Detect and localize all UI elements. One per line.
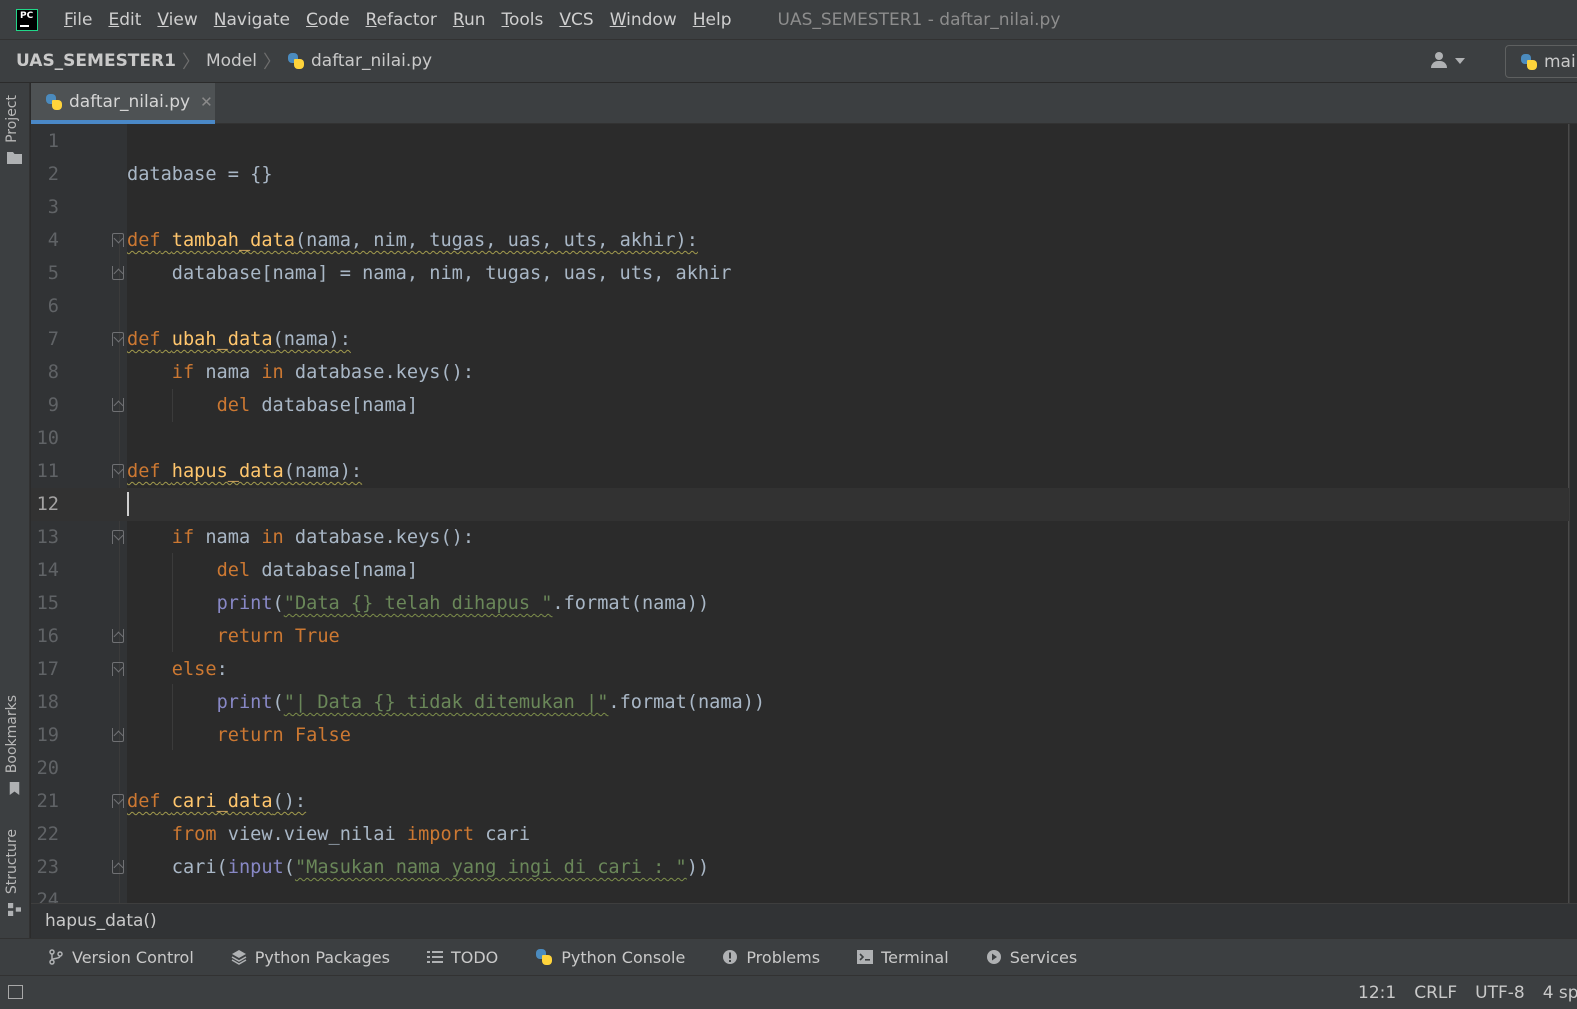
code-line: 8 if nama in database.keys():	[47, 362, 475, 383]
code-line: 10	[36, 428, 59, 449]
code-line: 6	[47, 296, 59, 317]
menu-navigate[interactable]: Navigate	[214, 10, 290, 30]
indent-setting[interactable]: 4 spa	[1543, 983, 1577, 1003]
tool-window-toggle-icon[interactable]	[8, 985, 23, 999]
layers-icon	[231, 950, 247, 965]
close-icon[interactable]: ✕	[200, 93, 213, 111]
code-breadcrumb-function[interactable]: hapus_data()	[45, 911, 157, 931]
breadcrumb-separator-icon: 〉	[181, 52, 200, 73]
bookmarks-tool-tab[interactable]: Bookmarks	[4, 695, 20, 773]
code-line: 7 def ubah_data(nama):	[47, 329, 351, 350]
fold-icon[interactable]	[112, 629, 124, 643]
code-line: 5 database[nama] = nama, nim, tugas, uas…	[47, 263, 732, 284]
navigation-bar: UAS_SEMESTER1 〉 Model 〉 daftar_nilai.py …	[0, 40, 1577, 83]
python-icon	[1520, 53, 1538, 71]
code-line: 4 def tambah_data(nama, nim, tugas, uas, …	[47, 230, 698, 251]
menu-run[interactable]: Run	[453, 10, 486, 30]
code-line: 22 from view.view_nilai import cari	[36, 824, 531, 845]
python-file-icon	[45, 93, 63, 111]
user-account-button[interactable]	[1429, 50, 1469, 74]
code-line: 20	[36, 758, 59, 779]
python-console-tool-button[interactable]: Python Console	[535, 948, 685, 967]
fold-icon[interactable]	[112, 464, 124, 478]
menu-edit[interactable]: Edit	[108, 10, 141, 30]
bookmark-icon	[9, 782, 20, 795]
code-line: 11 def hapus_data(nama):	[36, 461, 363, 482]
breadcrumb-project[interactable]: UAS_SEMESTER1	[16, 51, 176, 71]
fold-icon[interactable]	[112, 233, 124, 247]
code-line: 18 print("| Data {} tidak ditemukan |".f…	[36, 692, 766, 713]
code-line: 21 def cari_data():	[36, 791, 307, 812]
problems-tool-button[interactable]: Problems	[722, 948, 820, 967]
user-icon	[1435, 52, 1443, 60]
code-line: 14 del database[nama]	[36, 560, 419, 581]
window-title: UAS_SEMESTER1 - daftar_nilai.py	[777, 9, 1061, 30]
warning-circle-icon	[723, 950, 738, 964]
structure-tool-tab[interactable]: Structure	[4, 829, 20, 894]
fold-icon[interactable]	[112, 332, 124, 346]
breadcrumb-file[interactable]: daftar_nilai.py	[311, 51, 432, 71]
menu-window[interactable]: Window	[610, 10, 677, 30]
code-line: 3	[47, 197, 59, 218]
menu-help[interactable]: Help	[693, 10, 732, 30]
fold-icon[interactable]	[112, 266, 124, 280]
breadcrumb-separator-icon: 〉	[263, 52, 281, 73]
menu-view[interactable]: View	[157, 10, 197, 30]
python-file-icon	[287, 52, 305, 70]
run-configuration-selector[interactable]: mai	[1505, 45, 1577, 78]
menu-refactor[interactable]: Refactor	[366, 10, 437, 30]
code-line-current: 12	[31, 488, 1569, 521]
menu-vcs[interactable]: VCS	[559, 10, 593, 30]
code-line: 23 cari(input("Masukan nama yang ingi di…	[36, 857, 710, 878]
code-editor[interactable]: 1 2 database = {} 3 4 def tambah_data(nama…	[31, 124, 1569, 903]
terminal-tool-button[interactable]: Terminal	[857, 948, 949, 967]
file-encoding[interactable]: UTF-8	[1475, 983, 1525, 1003]
code-line: 9 del database[nama]	[47, 395, 419, 416]
menu-tools[interactable]: Tools	[502, 10, 544, 30]
editor-tab-bar: daftar_nilai.py ✕	[31, 83, 1577, 124]
breadcrumb-folder[interactable]: Model	[206, 51, 257, 71]
menu-file[interactable]: File	[64, 10, 92, 30]
tab-daftar-nilai[interactable]: daftar_nilai.py ✕	[31, 83, 215, 124]
code-line: 24	[36, 890, 59, 903]
menu-bar: PC File Edit View Navigate Code Refactor…	[0, 0, 1577, 40]
code-breadcrumb: hapus_data()	[31, 903, 1577, 938]
python-packages-tool-button[interactable]: Python Packages	[231, 948, 390, 967]
branch-icon	[49, 949, 63, 965]
pycharm-logo-icon: PC	[15, 7, 39, 32]
left-tool-stripe: Project Bookmarks Structure	[0, 83, 30, 938]
fold-icon[interactable]	[112, 662, 124, 676]
menu-code[interactable]: Code	[306, 10, 350, 30]
line-separator[interactable]: CRLF	[1414, 983, 1457, 1003]
caret-position[interactable]: 12:1	[1358, 983, 1396, 1003]
tool-windows-bar: Version Control Python Packages TODO Pyt…	[0, 938, 1577, 975]
editor-scrollbar[interactable]	[1569, 124, 1577, 903]
code-line: 19 return False	[36, 725, 351, 746]
services-icon	[986, 950, 1001, 964]
fold-icon[interactable]	[112, 860, 124, 874]
project-tool-tab[interactable]: Project	[4, 95, 20, 143]
code-line: 1	[47, 131, 59, 152]
code-line: 13 if nama in database.keys():	[36, 527, 475, 548]
structure-icon	[8, 903, 21, 916]
list-icon	[426, 951, 443, 963]
code-line: 16 return True	[36, 626, 340, 647]
todo-tool-button[interactable]: TODO	[426, 948, 498, 967]
folder-icon	[7, 152, 22, 164]
code-line: 17 else:	[36, 659, 228, 680]
python-icon	[535, 948, 553, 966]
status-bar: 12:1 CRLF UTF-8 4 spa	[0, 975, 1577, 1009]
code-line: 15 print("Data {} telah dihapus ".format…	[36, 593, 710, 614]
code-line: 2 database = {}	[47, 164, 273, 185]
text-caret	[127, 492, 129, 516]
chevron-down-icon	[1455, 58, 1465, 64]
fold-icon[interactable]	[112, 530, 124, 544]
services-tool-button[interactable]: Services	[986, 948, 1077, 967]
version-control-tool-button[interactable]: Version Control	[48, 948, 194, 967]
fold-icon[interactable]	[112, 794, 124, 808]
terminal-icon	[857, 950, 874, 964]
fold-icon[interactable]	[112, 728, 124, 742]
fold-icon[interactable]	[112, 398, 124, 412]
